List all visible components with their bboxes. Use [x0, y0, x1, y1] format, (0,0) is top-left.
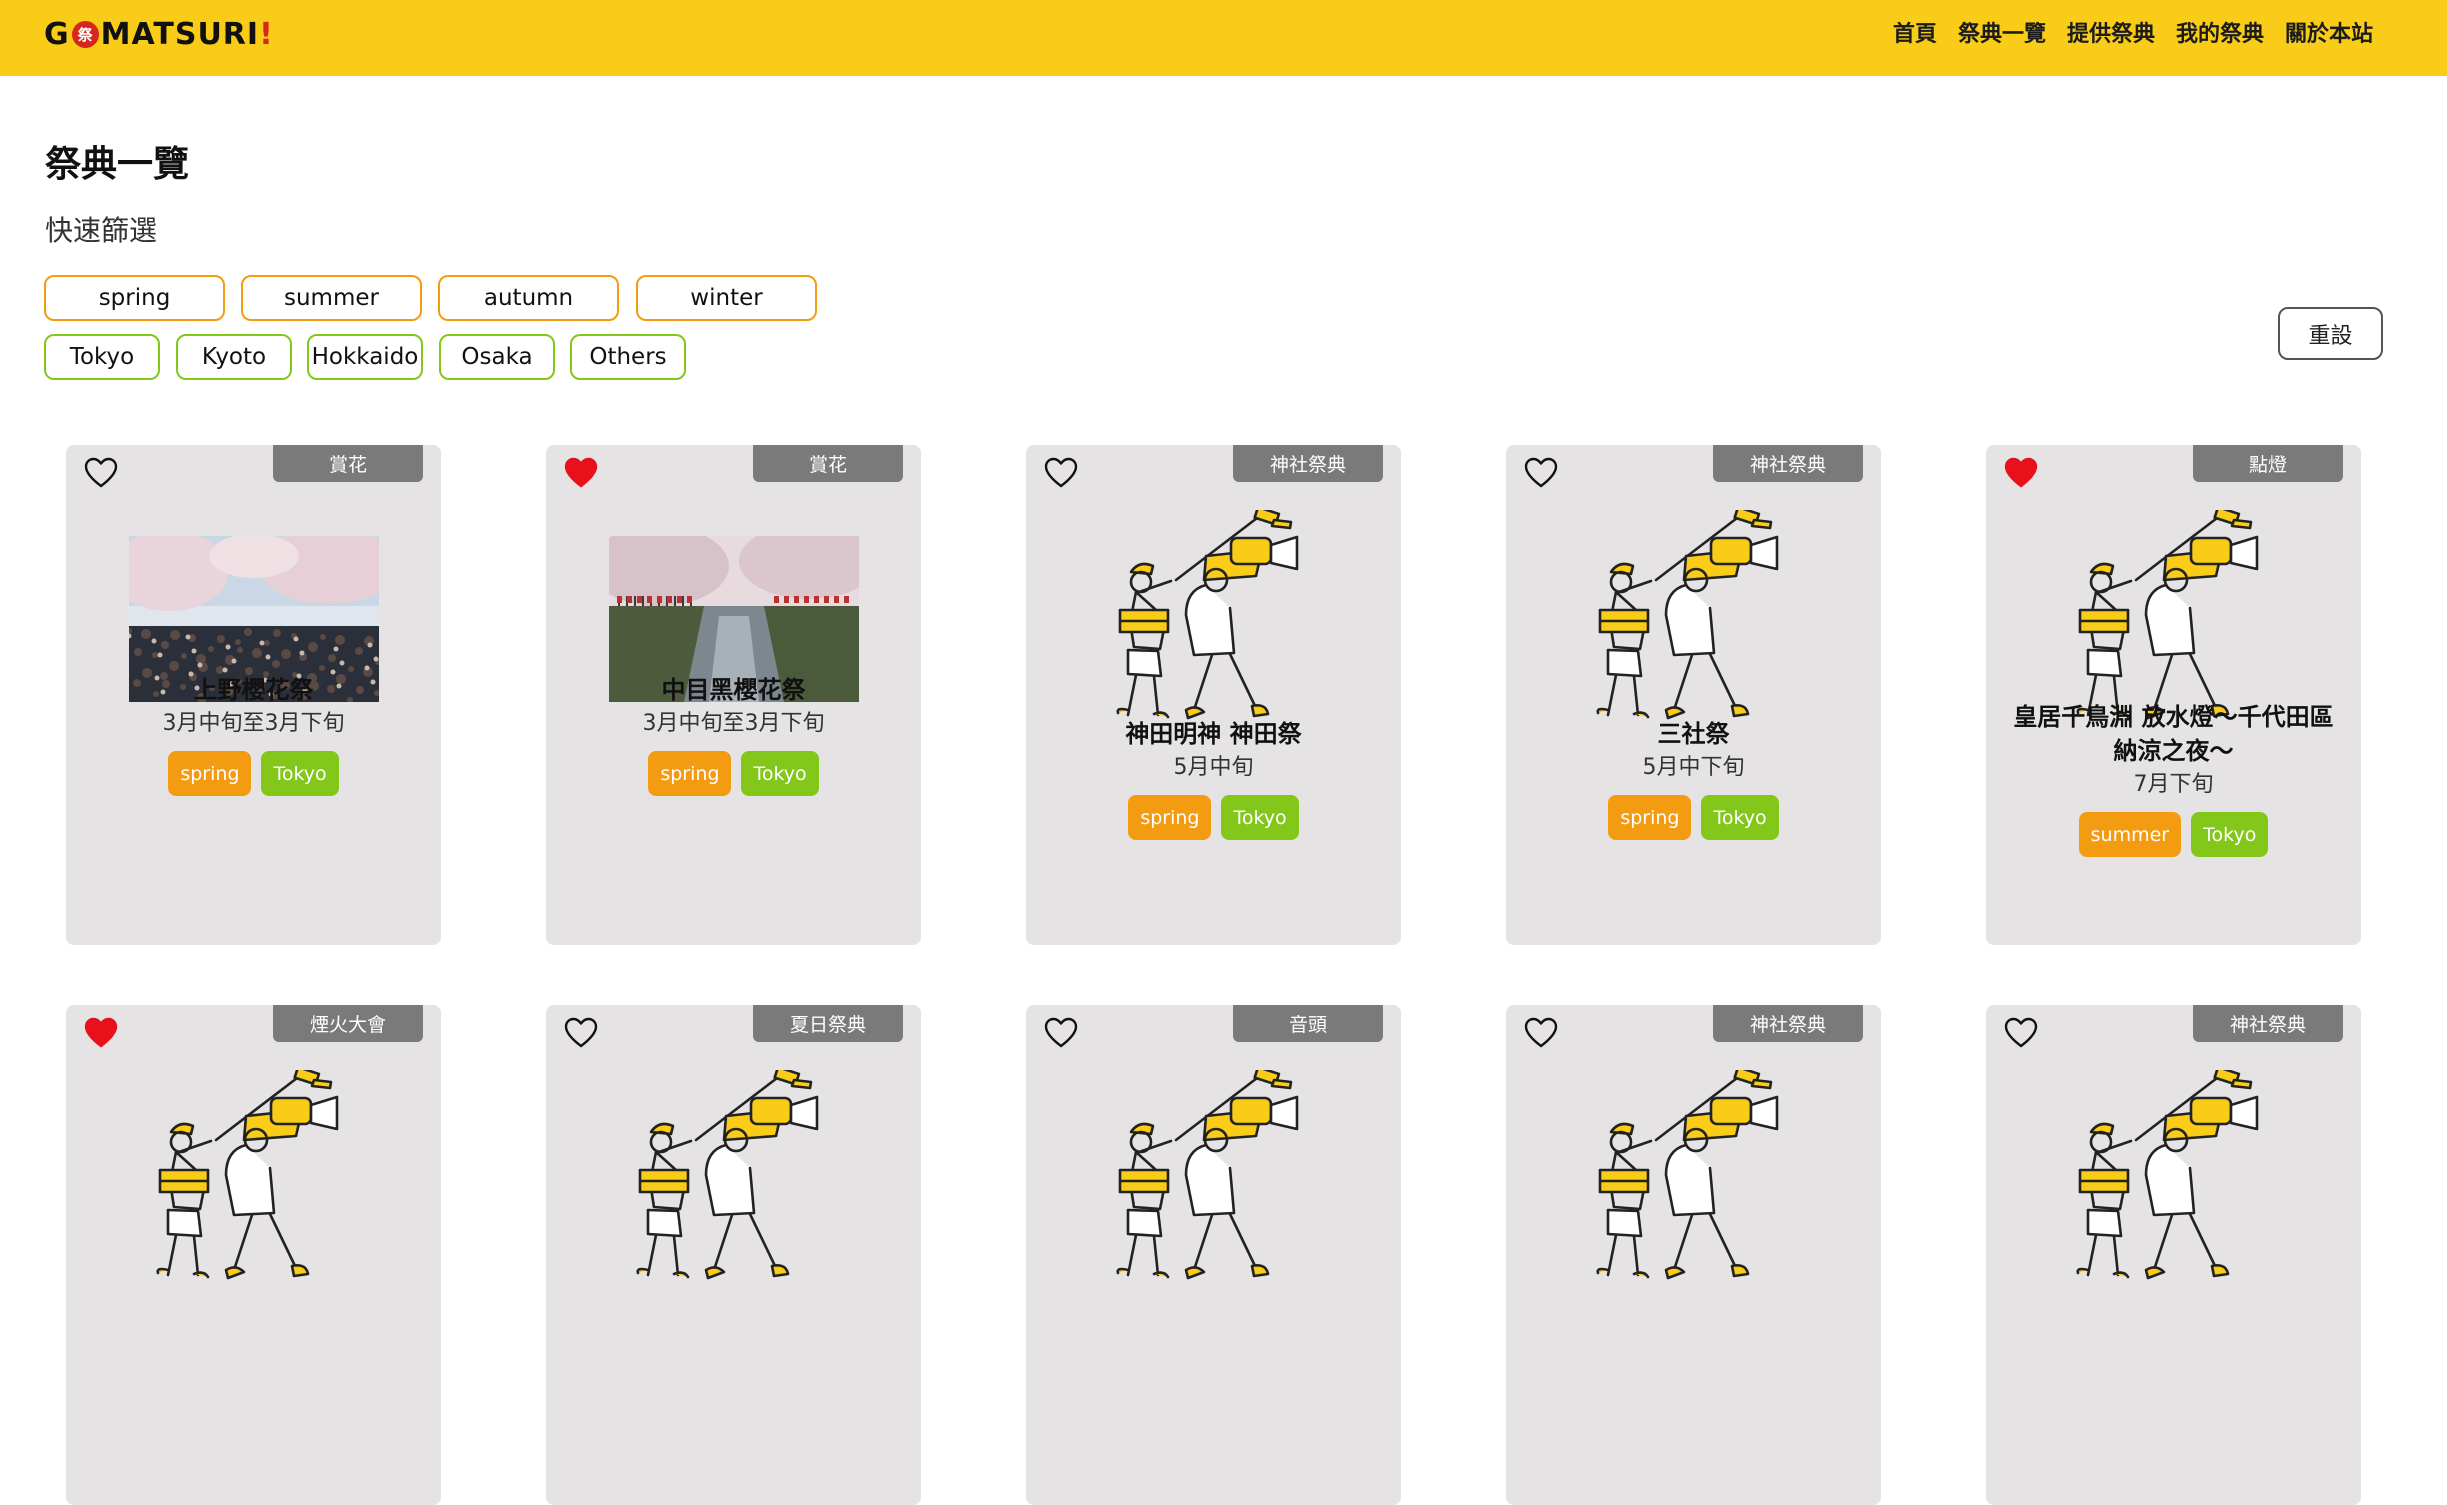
favorite-heart-outline-icon[interactable] — [1524, 1017, 1558, 1049]
festival-illustration — [146, 1065, 361, 1290]
festival-tags: spring Tokyo — [546, 751, 921, 796]
region-tag[interactable]: Tokyo — [2191, 812, 2269, 857]
season-tag[interactable]: spring — [168, 751, 252, 796]
favorite-heart-filled-icon[interactable] — [84, 1017, 118, 1049]
category-badge: 夏日祭典 — [753, 1005, 903, 1042]
nav-link-festival-list[interactable]: 祭典一覽 — [1958, 16, 2046, 48]
festival-card[interactable]: 神社祭典 — [1506, 1005, 1881, 1505]
category-badge: 煙火大會 — [273, 1005, 423, 1042]
category-badge: 神社祭典 — [1713, 1005, 1863, 1042]
filter-region-hokkaido[interactable]: Hokkaido — [307, 334, 423, 380]
festival-name[interactable]: 皇居千鳥淵 放水燈～千代田區納涼之夜～ — [1986, 700, 2361, 768]
season-tag[interactable]: spring — [648, 751, 732, 796]
festival-illustration — [1586, 505, 1801, 730]
favorite-heart-filled-icon[interactable] — [564, 457, 598, 489]
festival-date: 5月中旬 — [1173, 755, 1254, 780]
nav-link-home[interactable]: 首頁 — [1893, 16, 1937, 48]
festival-info: 三社祭 5月中下旬 spring Tokyo — [1506, 717, 1881, 840]
favorite-heart-outline-icon[interactable] — [564, 1017, 598, 1049]
festival-illustration — [626, 1065, 841, 1290]
festival-info: 神田明神 神田祭 5月中旬 spring Tokyo — [1026, 717, 1401, 840]
region-tag[interactable]: Tokyo — [1221, 795, 1299, 840]
festival-illustration — [1586, 1065, 1801, 1290]
favorite-heart-outline-icon[interactable] — [84, 457, 118, 489]
logo-exclamation: ! — [259, 16, 274, 52]
favorite-heart-outline-icon[interactable] — [1044, 1017, 1078, 1049]
filter-region-kyoto[interactable]: Kyoto — [176, 334, 292, 380]
favorite-heart-outline-icon[interactable] — [2004, 1017, 2038, 1049]
nav-link-about[interactable]: 關於本站 — [2285, 16, 2373, 48]
festival-illustration — [2066, 505, 2281, 730]
category-badge: 點燈 — [2193, 445, 2343, 482]
festival-card[interactable]: 夏日祭典 — [546, 1005, 921, 1505]
festival-info: 中目黑櫻花祭 3月中旬至3月下旬 spring Tokyo — [546, 673, 921, 796]
festival-date: 7月下旬 — [2133, 772, 2214, 797]
category-badge: 音頭 — [1233, 1005, 1383, 1042]
logo-seal-icon: 祭 — [71, 20, 99, 48]
season-tag[interactable]: summer — [2078, 812, 2182, 857]
favorite-heart-outline-icon[interactable] — [1044, 457, 1078, 489]
filter-season-spring[interactable]: spring — [44, 275, 225, 321]
category-badge: 神社祭典 — [1233, 445, 1383, 482]
nav-links: 首頁 祭典一覽 提供祭典 我的祭典 關於本站 — [1893, 0, 2373, 64]
region-tag[interactable]: Tokyo — [1701, 795, 1779, 840]
category-badge: 賞花 — [753, 445, 903, 482]
filter-season-autumn[interactable]: autumn — [438, 275, 619, 321]
filter-season-winter[interactable]: winter — [636, 275, 817, 321]
filter-region-others[interactable]: Others — [570, 334, 686, 380]
category-badge: 賞花 — [273, 445, 423, 482]
season-tag[interactable]: spring — [1608, 795, 1692, 840]
reset-filters-button[interactable]: 重設 — [2278, 307, 2383, 360]
festival-card[interactable]: 煙火大會 — [66, 1005, 441, 1505]
season-tag[interactable]: spring — [1128, 795, 1212, 840]
festival-tags: spring Tokyo — [1506, 795, 1881, 840]
festival-name[interactable]: 中目黑櫻花祭 — [546, 673, 921, 707]
region-tag[interactable]: Tokyo — [261, 751, 339, 796]
festival-name[interactable]: 三社祭 — [1506, 717, 1881, 751]
festival-card[interactable]: 音頭 — [1026, 1005, 1401, 1505]
festival-info: 上野櫻花祭 3月中旬至3月下旬 spring Tokyo — [66, 673, 441, 796]
festival-tags: summer Tokyo — [1986, 812, 2361, 857]
filter-region-tokyo[interactable]: Tokyo — [44, 334, 160, 380]
category-badge: 神社祭典 — [1713, 445, 1863, 482]
festival-card[interactable]: 賞花 中目黑櫻花祭 3月中旬至3月下旬 spring Tokyo — [546, 445, 921, 945]
favorite-heart-filled-icon[interactable] — [2004, 457, 2038, 489]
festival-tags: spring Tokyo — [1026, 795, 1401, 840]
region-tag[interactable]: Tokyo — [741, 751, 819, 796]
festival-date: 3月中旬至3月下旬 — [642, 711, 825, 736]
nav-link-submit-festival[interactable]: 提供祭典 — [2067, 16, 2155, 48]
festival-name[interactable]: 神田明神 神田祭 — [1026, 717, 1401, 751]
festival-date: 5月中下旬 — [1642, 755, 1745, 780]
site-logo[interactable]: G 祭 MATSURI ! — [44, 14, 274, 54]
logo-text-matsuri: MATSURI — [100, 16, 260, 52]
filter-season-summer[interactable]: summer — [241, 275, 422, 321]
festival-tags: spring Tokyo — [66, 751, 441, 796]
festival-card[interactable]: 神社祭典 — [1986, 1005, 2361, 1505]
festival-card[interactable]: 神社祭典 神田明神 神田祭 5月中旬 spring Tokyo — [1026, 445, 1401, 945]
festival-illustration — [2066, 1065, 2281, 1290]
quick-filter-title: 快速篩選 — [45, 214, 158, 247]
logo-text-g: G — [44, 16, 70, 52]
festival-info: 皇居千鳥淵 放水燈～千代田區納涼之夜～ 7月下旬 summer Tokyo — [1986, 700, 2361, 857]
top-navbar: G 祭 MATSURI ! 首頁 祭典一覽 提供祭典 我的祭典 關於本站 — [0, 0, 2447, 76]
nav-link-my-festivals[interactable]: 我的祭典 — [2176, 16, 2264, 48]
page-title: 祭典一覽 — [45, 144, 190, 185]
category-badge: 神社祭典 — [2193, 1005, 2343, 1042]
festival-card[interactable]: 神社祭典 三社祭 5月中下旬 spring Tokyo — [1506, 445, 1881, 945]
festival-name[interactable]: 上野櫻花祭 — [66, 673, 441, 707]
festival-illustration — [1106, 1065, 1321, 1290]
festival-date: 3月中旬至3月下旬 — [162, 711, 345, 736]
festival-card[interactable]: 賞花 上野櫻花祭 3月中旬至3月下旬 spring Tokyo — [66, 445, 441, 945]
filter-region-osaka[interactable]: Osaka — [439, 334, 555, 380]
festival-illustration — [1106, 505, 1321, 730]
festival-card[interactable]: 點燈 皇居千鳥淵 放水燈～千代田區納涼之夜～ 7月下旬 summer Tokyo — [1986, 445, 2361, 945]
favorite-heart-outline-icon[interactable] — [1524, 457, 1558, 489]
